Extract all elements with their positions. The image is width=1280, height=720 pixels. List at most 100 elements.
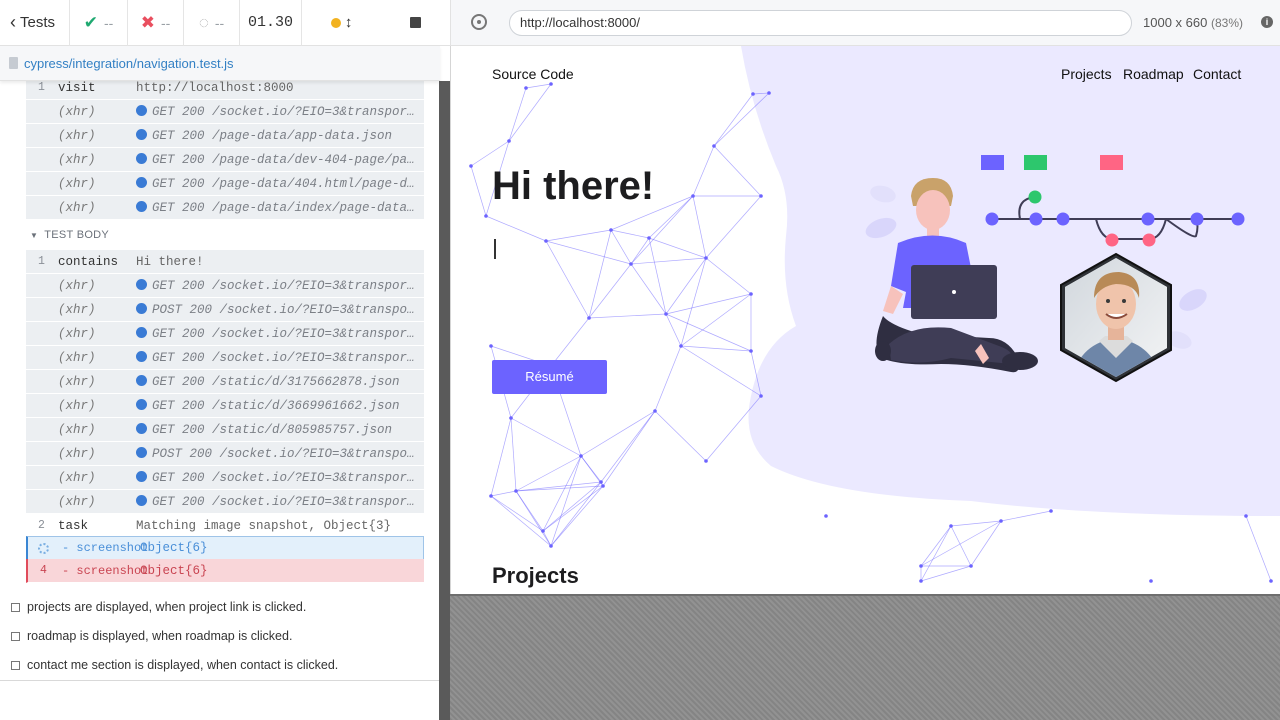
command-message: GET 200 /socket.io/?EIO=3&transport=… [136, 104, 420, 119]
command-row[interactable]: 1 contains Hi there! [26, 250, 424, 274]
reporter-panel: ‹ Tests ✔ -- ✖ -- ◌ -- 01.30 ↕ cypress/i… [0, 0, 450, 720]
xhr-status-dot-icon [136, 446, 147, 458]
command-message: GET 200 /static/d/805985757.json [136, 422, 420, 437]
up-down-arrow-icon: ↕ [344, 14, 353, 31]
hero-background [469, 46, 1280, 583]
run-controls: ↕ [302, 0, 450, 46]
command-name: (xhr) [58, 350, 96, 365]
test-item[interactable]: roadmap is displayed, when roadmap is cl… [11, 629, 292, 643]
checkbox-icon [11, 631, 20, 641]
command-row[interactable]: (xhr) GET 200 /socket.io/?EIO=3&transport… [26, 466, 424, 490]
nav-contact-link[interactable]: Contact [1193, 66, 1241, 82]
source-code-link[interactable]: Source Code [492, 66, 574, 82]
command-number: 4 [40, 564, 47, 577]
command-row[interactable]: (xhr) POST 200 /socket.io/?EIO=3&transpor… [26, 442, 424, 466]
command-row[interactable]: (xhr) GET 200 /socket.io/?EIO=3&transport… [26, 100, 424, 124]
command-number: 2 [38, 519, 45, 532]
xhr-status-dot-icon [136, 374, 147, 386]
command-row[interactable]: (xhr) GET 200 /socket.io/?EIO=3&transport… [26, 490, 424, 514]
command-log: 1 visit http://localhost:8000 (xhr) GET 200 … [0, 81, 440, 680]
command-message: GET 200 /page-data/dev-404-page/page… [136, 152, 420, 167]
cypress-runner: ‹ Tests ✔ -- ✖ -- ◌ -- 01.30 ↕ cypress/i… [0, 0, 1280, 720]
command-message: GET 200 /socket.io/?EIO=3&transport=… [136, 278, 420, 293]
command-name: (xhr) [58, 302, 96, 317]
spec-path-link[interactable]: cypress/integration/navigation.test.js [24, 56, 234, 71]
nav-projects-link[interactable]: Projects [1061, 66, 1112, 82]
projects-heading: Projects [492, 563, 579, 588]
command-name: visit [58, 81, 96, 95]
chevron-left-icon: ‹ [10, 12, 16, 32]
xhr-status-dot-icon [136, 398, 147, 410]
command-row[interactable]: (xhr) GET 200 /static/d/3669961662.json [26, 394, 424, 418]
screenshot-command-row-pending[interactable]: - screenshot Object{6} [26, 536, 424, 560]
command-row[interactable]: (xhr) GET 200 /socket.io/?EIO=3&transport… [26, 274, 424, 298]
command-message: Object{6} [140, 563, 208, 578]
command-message: Hi there! [136, 254, 204, 269]
aut-empty-area [450, 594, 1280, 720]
test-item[interactable]: contact me section is displayed, when co… [11, 658, 338, 672]
back-label: Tests [20, 14, 56, 31]
command-name: (xhr) [58, 446, 96, 461]
reporter-scrollbar[interactable] [439, 81, 450, 720]
run-timer: 01.30 [240, 0, 302, 46]
xhr-status-dot-icon [136, 350, 147, 362]
auto-scroll-toggle[interactable]: ↕ [330, 14, 353, 31]
app-under-test: Source Code Projects Roadmap Contact Hi … [450, 46, 1280, 594]
zoom-level: (83%) [1210, 16, 1243, 30]
resume-button[interactable]: Résumé [492, 360, 607, 394]
command-message: GET 200 /page-data/app-data.json [136, 128, 420, 143]
command-row[interactable]: (xhr) POST 200 /socket.io/?EIO=3&transpor… [26, 298, 424, 322]
hero-blob [741, 46, 1280, 516]
command-message: GET 200 /static/d/3669961662.json [136, 398, 420, 413]
command-row[interactable]: (xhr) GET 200 /static/d/3175662878.json [26, 370, 424, 394]
test-body-section-header[interactable]: ▼ TEST BODY [30, 229, 109, 241]
command-name: task [58, 518, 89, 533]
url-bar[interactable]: http://localhost:8000/ [509, 10, 1132, 36]
command-name: - screenshot [62, 541, 149, 555]
command-row[interactable]: (xhr) GET 200 /page-data/dev-404-page/pag… [26, 148, 424, 172]
test-item[interactable]: projects are displayed, when project lin… [11, 600, 306, 614]
info-icon[interactable]: i [1261, 16, 1273, 28]
viewport-info: 1000 x 660 (83%) [1143, 15, 1243, 30]
command-message: GET 200 /static/d/3175662878.json [136, 374, 420, 389]
command-name: (xhr) [58, 176, 96, 191]
reporter-footer [0, 680, 440, 720]
command-message: http://localhost:8000 [136, 81, 294, 95]
command-name: - screenshot [62, 563, 149, 578]
command-row[interactable]: (xhr) GET 200 /socket.io/?EIO=3&transport… [26, 346, 424, 370]
xhr-status-dot-icon [136, 128, 147, 140]
back-to-tests-button[interactable]: ‹ Tests [0, 0, 70, 46]
command-row[interactable]: 2 task Matching image snapshot, Object{3} [26, 514, 424, 538]
selector-playground-icon[interactable] [471, 14, 487, 30]
file-icon [9, 57, 18, 69]
command-row[interactable]: 1 visit http://localhost:8000 [26, 81, 424, 100]
command-row[interactable]: (xhr) GET 200 /page-data/index/page-data.… [26, 196, 424, 220]
command-name: (xhr) [58, 200, 96, 215]
command-row[interactable]: (xhr) GET 200 /page-data/404.html/page-da… [26, 172, 424, 196]
passed-stat: ✔ -- [70, 0, 128, 46]
reporter-header: ‹ Tests ✔ -- ✖ -- ◌ -- 01.30 ↕ [0, 0, 450, 46]
nav-roadmap-link[interactable]: Roadmap [1123, 66, 1184, 82]
command-message: Object{6} [140, 541, 208, 555]
command-number: 1 [38, 255, 45, 268]
command-row[interactable]: (xhr) GET 200 /socket.io/?EIO=3&transport… [26, 322, 424, 346]
xhr-status-dot-icon [136, 470, 147, 482]
command-name: (xhr) [58, 422, 96, 437]
xhr-status-dot-icon [136, 104, 147, 116]
command-message: GET 200 /socket.io/?EIO=3&transport=… [136, 470, 420, 485]
xhr-status-dot-icon [136, 326, 147, 338]
command-name: (xhr) [58, 398, 96, 413]
stop-button[interactable] [410, 17, 422, 28]
command-row[interactable]: (xhr) GET 200 /static/d/805985757.json [26, 418, 424, 442]
command-message: Matching image snapshot, Object{3} [136, 518, 392, 533]
command-message: POST 200 /socket.io/?EIO=3&transport… [136, 446, 420, 461]
test-title: contact me section is displayed, when co… [27, 658, 339, 672]
command-name: (xhr) [58, 104, 96, 119]
xhr-status-dot-icon [136, 278, 147, 290]
checkbox-icon [11, 602, 20, 612]
section-title: TEST BODY [44, 229, 110, 241]
screenshot-command-row-failed[interactable]: 4 - screenshot Object{6} [26, 559, 424, 583]
spinner-icon [38, 542, 49, 554]
command-message: GET 200 /socket.io/?EIO=3&transport=… [136, 494, 420, 509]
command-row[interactable]: (xhr) GET 200 /page-data/app-data.json [26, 124, 424, 148]
